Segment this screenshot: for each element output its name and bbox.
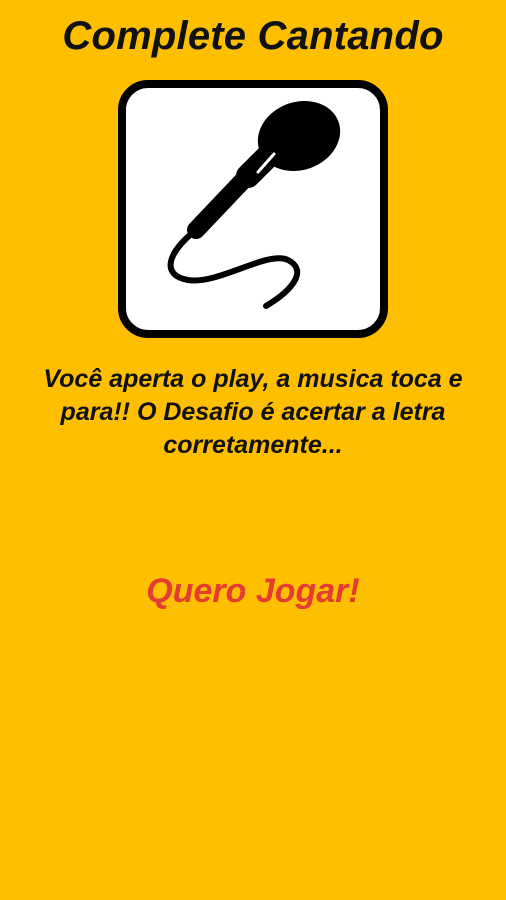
app-logo: [118, 80, 388, 338]
intro-description: Você aperta o play, a musica toca e para…: [43, 365, 463, 459]
play-button[interactable]: Quero Jogar!: [103, 566, 403, 616]
app-screen: Complete Cantando Você aperta o play, a …: [0, 0, 506, 900]
microphone-icon: [118, 80, 388, 338]
app-title: Complete Cantando: [62, 14, 444, 58]
